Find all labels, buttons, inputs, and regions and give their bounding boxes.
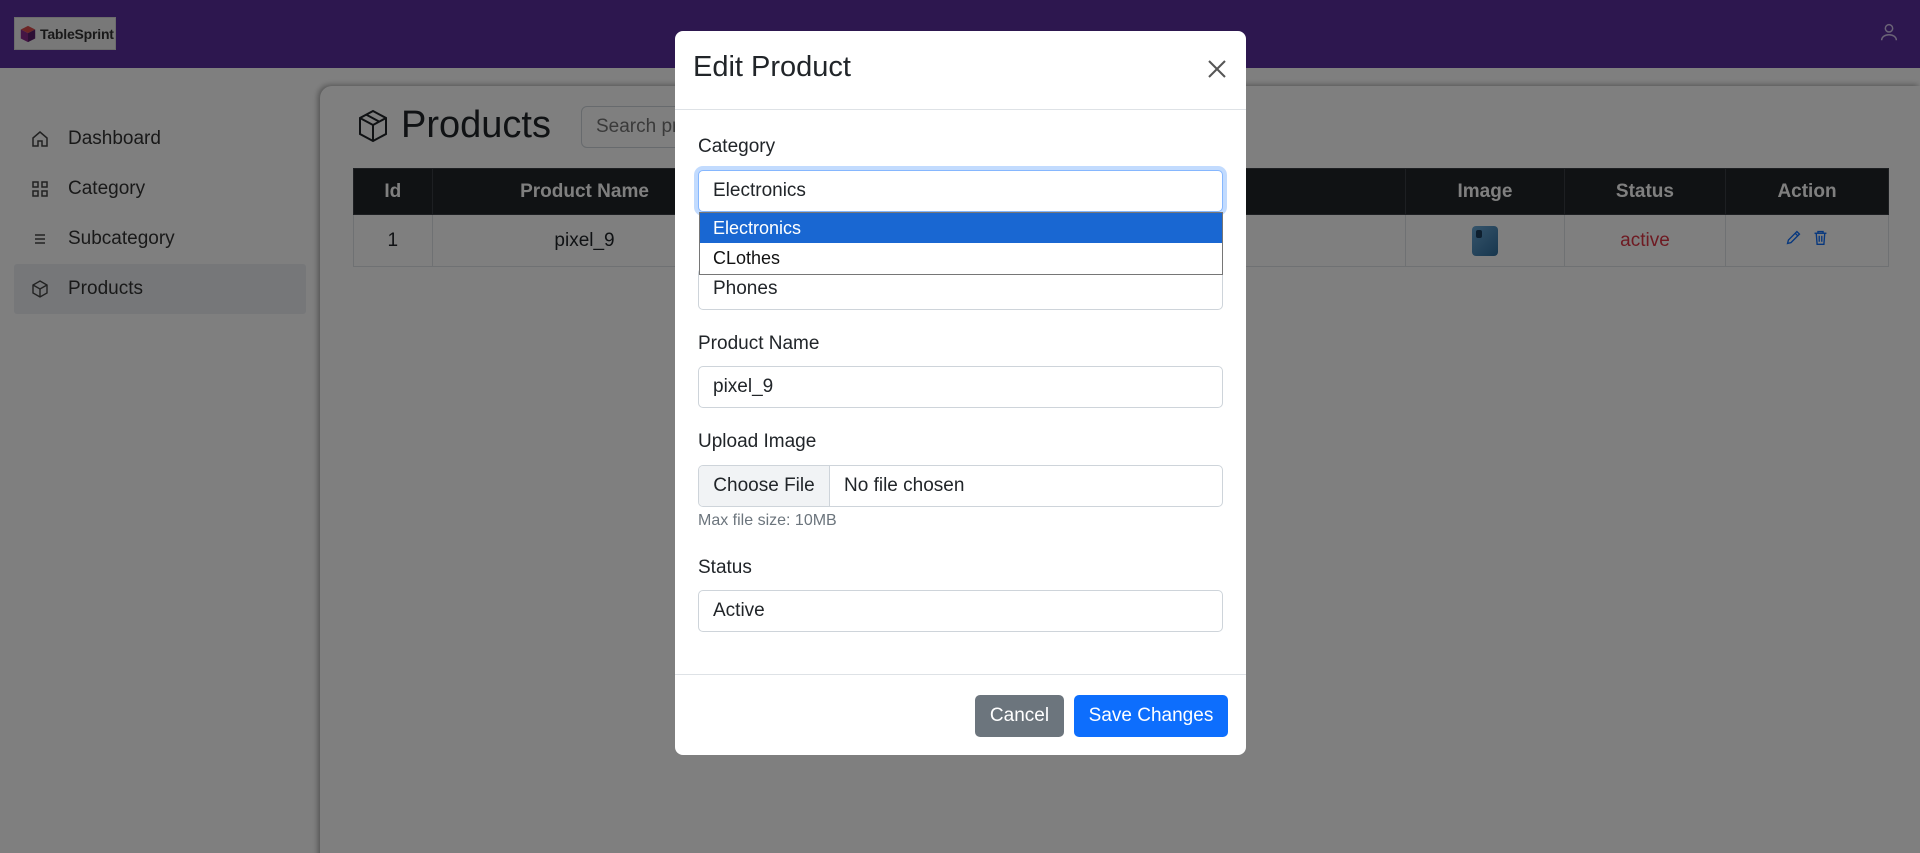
modal-footer: Cancel Save Changes xyxy=(675,674,1246,755)
category-select[interactable]: Electronics xyxy=(698,170,1223,212)
status-label: Status xyxy=(698,557,752,578)
category-dropdown-list: Electronics CLothes xyxy=(699,212,1223,275)
dropdown-option-clothes[interactable]: CLothes xyxy=(700,243,1222,273)
choose-file-button[interactable]: Choose File xyxy=(699,466,830,506)
file-status-text: No file chosen xyxy=(844,475,965,496)
edit-product-modal: Edit Product Category Electronics Phones… xyxy=(675,31,1246,755)
cancel-button[interactable]: Cancel xyxy=(975,695,1064,737)
status-select[interactable]: Active xyxy=(698,590,1223,632)
upload-image-label: Upload Image xyxy=(698,431,817,452)
product-name-input[interactable]: pixel_9 xyxy=(698,366,1223,408)
category-label: Category xyxy=(698,136,776,157)
save-changes-button[interactable]: Save Changes xyxy=(1074,695,1228,737)
close-button[interactable] xyxy=(1204,57,1230,83)
close-icon xyxy=(1208,60,1226,78)
product-name-label: Product Name xyxy=(698,333,820,354)
dropdown-option-electronics[interactable]: Electronics xyxy=(700,213,1222,243)
modal-header: Edit Product xyxy=(675,31,1246,110)
upload-image-input[interactable]: Choose File No file chosen xyxy=(698,465,1223,507)
file-size-hint: Max file size: 10MB xyxy=(698,512,837,529)
modal-title: Edit Product xyxy=(693,51,851,83)
